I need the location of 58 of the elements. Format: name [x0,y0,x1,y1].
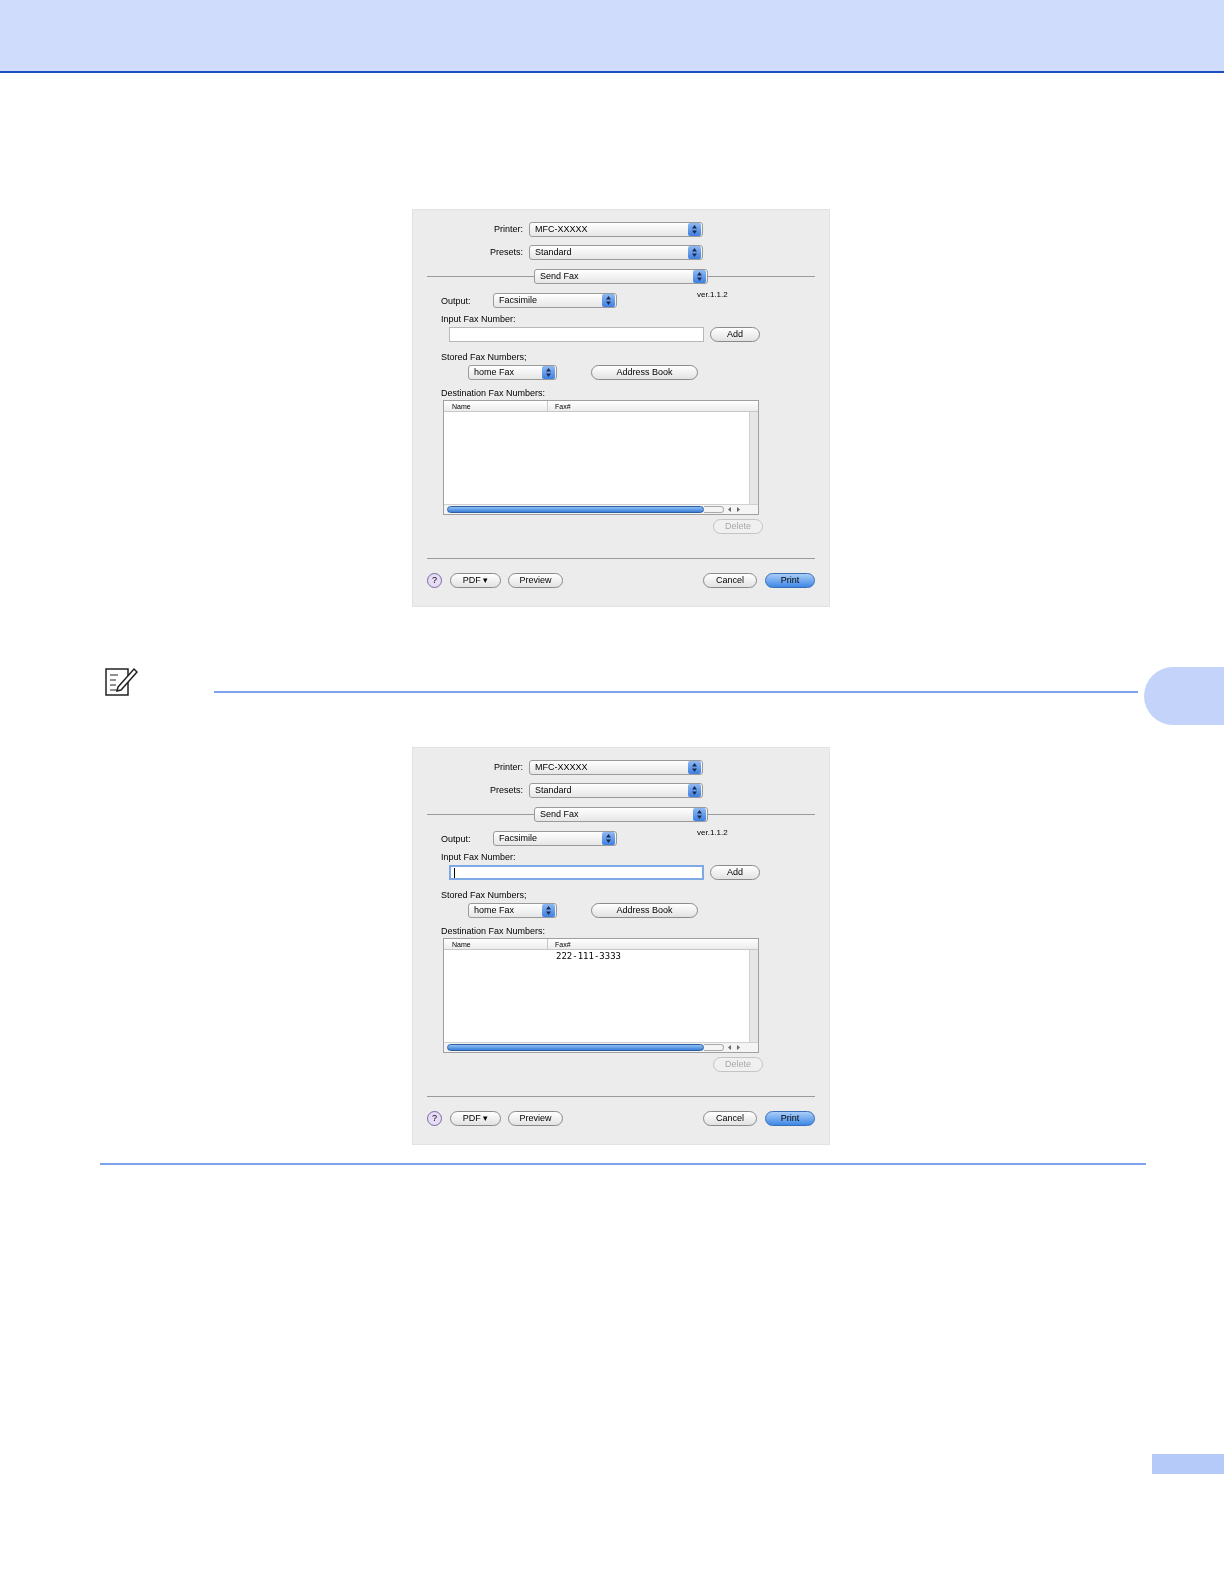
input-fax-label: Input Fax Number: [441,313,516,325]
updown-arrows-icon [688,761,701,774]
print-button[interactable]: Print [765,1111,815,1126]
stored-fax-dropdown[interactable]: home Fax [468,903,557,918]
fax-number-input[interactable] [449,865,704,880]
pdf-button[interactable]: PDF ▾ [450,573,501,588]
updown-arrows-icon [542,366,555,379]
add-button[interactable]: Add [710,865,760,880]
updown-arrows-icon [602,294,615,307]
updown-arrows-icon [688,223,701,236]
print-button[interactable]: Print [765,573,815,588]
printer-dropdown[interactable]: MFC-XXXXX [529,222,703,237]
vertical-scrollbar[interactable] [749,412,758,504]
output-label: Output: [441,833,472,846]
destination-label: Destination Fax Numbers: [441,925,546,937]
updown-arrows-icon [602,832,615,845]
scroll-arrows-icon[interactable] [726,506,742,513]
printer-dropdown[interactable]: MFC-XXXXX [529,760,703,775]
presets-label: Presets: [489,783,524,797]
help-button[interactable]: ? [427,573,442,588]
note-pencil-icon [104,665,138,697]
version-label: ver.1.1.2 [697,827,728,839]
cancel-button[interactable]: Cancel [703,1111,757,1126]
pdf-button[interactable]: PDF ▾ [450,1111,501,1126]
help-button[interactable]: ? [427,1111,442,1126]
scroll-arrows-icon[interactable] [726,1044,742,1051]
output-dropdown[interactable]: Facsimile [493,831,617,846]
panel-dropdown[interactable]: Send Fax [534,807,708,822]
input-fax-label: Input Fax Number: [441,851,516,863]
updown-arrows-icon [688,784,701,797]
add-button[interactable]: Add [710,327,760,342]
preview-button[interactable]: Preview [508,573,563,588]
printer-label: Printer: [493,222,524,236]
updown-arrows-icon [542,904,555,917]
horizontal-scrollbar[interactable] [444,504,758,514]
preview-button[interactable]: Preview [508,1111,563,1126]
address-book-button[interactable]: Address Book [591,365,698,380]
stored-fax-dropdown[interactable]: home Fax [468,365,557,380]
output-label: Output: [441,295,472,308]
fax-number-input[interactable] [449,327,704,342]
output-dropdown[interactable]: Facsimile [493,293,617,308]
horizontal-scrollbar[interactable] [444,1042,758,1052]
stored-fax-label: Stored Fax Numbers; [441,351,527,363]
cancel-button[interactable]: Cancel [703,573,757,588]
updown-arrows-icon [688,246,701,259]
updown-arrows-icon [693,270,706,283]
presets-dropdown[interactable]: Standard [529,783,703,798]
panel-dropdown[interactable]: Send Fax [534,269,708,284]
destination-label: Destination Fax Numbers: [441,387,546,399]
printer-label: Printer: [493,760,524,774]
presets-dropdown[interactable]: Standard [529,245,703,260]
address-book-button[interactable]: Address Book [591,903,698,918]
presets-label: Presets: [489,245,524,259]
stored-fax-label: Stored Fax Numbers; [441,889,527,901]
updown-arrows-icon [693,808,706,821]
version-label: ver.1.1.2 [697,289,728,301]
table-cell-text: 222-111-3333 [555,950,622,962]
vertical-scrollbar[interactable] [749,950,758,1042]
